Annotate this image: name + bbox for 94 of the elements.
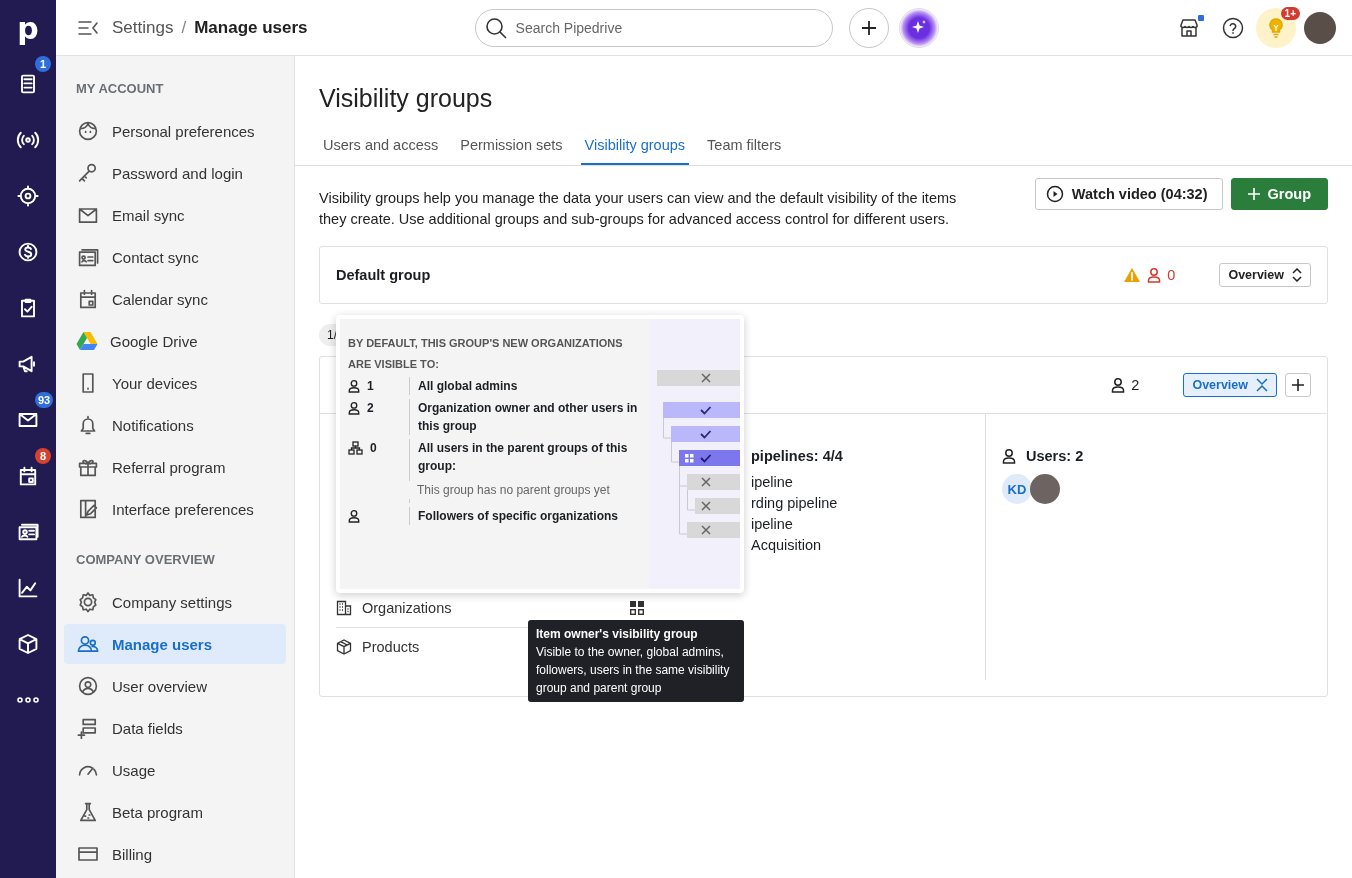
- user-avatar[interactable]: [1030, 474, 1060, 504]
- user-count: 2: [1111, 377, 1140, 393]
- sidebar-item[interactable]: Usage: [64, 750, 286, 790]
- sidebar-item[interactable]: Personal preferences: [64, 111, 286, 151]
- sidebar-item[interactable]: Billing: [64, 834, 286, 874]
- person-icon: [1147, 267, 1162, 283]
- more-icon[interactable]: [17, 697, 39, 703]
- audience-label: Followers of specific organizations: [418, 508, 619, 525]
- sidebar-item[interactable]: Interface preferences: [64, 489, 286, 529]
- view-selector[interactable]: Overview: [1219, 263, 1311, 287]
- pipeline-name: rding pipeline: [751, 494, 839, 513]
- menu-icon[interactable]: [78, 19, 98, 36]
- menu-item-icon: [76, 674, 100, 698]
- sidebar-item[interactable]: Company settings: [64, 582, 286, 622]
- play-icon: [1045, 185, 1064, 203]
- hierarchy-icon: [348, 441, 363, 455]
- group-name: Default group: [336, 267, 431, 283]
- breadcrumb-link[interactable]: Settings: [112, 17, 174, 38]
- sidebar-item[interactable]: Calendar sync: [64, 279, 286, 319]
- audience-label: All global admins: [418, 378, 518, 395]
- box-icon: [336, 639, 352, 655]
- count-badge: 8: [35, 448, 51, 464]
- audience-label: All users in the parent groups of this group:: [418, 440, 629, 475]
- tooltip-text: Visible to the owner, global admins, followers, users in the same visibility group and parent group: [536, 644, 731, 697]
- pipeline-name: Acquisition: [751, 536, 823, 555]
- lightbulb-icon: [1267, 17, 1285, 38]
- description-text: Visibility groups help you manage the data your users can view and the default visibility of the items they create. Use additional groups and sub-groups for advanced access control for different users.: [319, 189, 958, 229]
- user-count: 0: [370, 441, 377, 455]
- chevron-updown-icon: [1292, 268, 1302, 282]
- person-icon: [1111, 377, 1126, 393]
- sidebar-item[interactable]: Google Drive: [64, 321, 286, 361]
- drive-icon: [76, 331, 98, 351]
- section-heading: MY ACCOUNT: [75, 80, 165, 97]
- add-subgroup-button[interactable]: [1285, 373, 1311, 397]
- plus-icon: [1247, 188, 1260, 200]
- sidebar-item[interactable]: Referral program: [64, 447, 286, 487]
- person-icon: [348, 509, 360, 523]
- tab[interactable]: Permission sets: [456, 137, 567, 165]
- breadcrumb-separator: /: [181, 17, 187, 38]
- menu-item-icon: [76, 119, 100, 143]
- page-title: Manage users: [194, 17, 308, 38]
- sidebar-item[interactable]: Email sync: [64, 195, 286, 235]
- tab[interactable]: Team filters: [703, 137, 786, 165]
- users-heading: Users: 2: [1026, 448, 1084, 464]
- nav-icon[interactable]: [16, 632, 40, 656]
- tooltip-title: Item owner's visibility group: [536, 626, 699, 643]
- user-count: 1: [367, 379, 374, 393]
- warning-icon: [1123, 267, 1142, 283]
- person-icon: [348, 379, 360, 393]
- sidebar-item[interactable]: Data fields: [64, 708, 286, 748]
- view-selector[interactable]: Overview: [1183, 373, 1277, 397]
- nav-icon[interactable]: [16, 240, 40, 264]
- user-count: 0: [1147, 267, 1176, 283]
- nav-icon[interactable]: [16, 576, 40, 600]
- plus-icon: [860, 19, 877, 36]
- watch-video-button[interactable]: Watch video (04:32): [1034, 178, 1223, 210]
- entity-label: Organizations: [362, 600, 452, 616]
- pipeline-name: ipeline: [751, 515, 794, 534]
- entity-label: Products: [362, 639, 420, 655]
- count-badge: 1: [35, 56, 51, 72]
- pipeline-name: ipeline: [751, 473, 794, 492]
- user-avatar[interactable]: [1304, 11, 1336, 44]
- sidebar-item[interactable]: Beta program: [64, 792, 286, 832]
- person-icon: [348, 401, 360, 415]
- count-badge: 1+: [1280, 6, 1300, 20]
- section-heading: COMPANY OVERVIEW: [75, 551, 216, 568]
- sidebar-item[interactable]: Contact sync: [64, 237, 286, 277]
- menu-item-icon: [76, 590, 100, 614]
- add-group-button[interactable]: Group: [1230, 178, 1328, 210]
- sidebar-item[interactable]: User overview: [64, 666, 286, 706]
- store-icon[interactable]: [1178, 16, 1200, 39]
- tab[interactable]: Visibility groups: [580, 137, 690, 165]
- help-icon[interactable]: [1222, 16, 1244, 39]
- user-avatar[interactable]: KD: [1002, 474, 1032, 504]
- grid-icon[interactable]: [629, 600, 645, 616]
- page-heading: Visibility groups: [319, 84, 494, 113]
- search-field[interactable]: Search Pipedrive: [474, 8, 833, 47]
- app-logo[interactable]: p: [17, 0, 39, 56]
- popover-heading: BY DEFAULT, THIS GROUP'S NEW ORGANIZATIONS ARE VISIBLE TO:: [348, 336, 624, 372]
- sidebar-item[interactable]: Notifications: [64, 405, 286, 445]
- sidebar-item[interactable]: Password and login: [64, 153, 286, 193]
- user-count: 2: [367, 401, 374, 415]
- collapse-icon: [1256, 378, 1268, 392]
- count-badge: 93: [35, 392, 54, 408]
- audience-label: Organization owner and other users in this group: [418, 400, 639, 435]
- sidebar-item[interactable]: Your devices: [64, 363, 286, 403]
- sidebar-item[interactable]: Manage users: [64, 624, 286, 664]
- person-icon: [1002, 448, 1016, 464]
- building-icon: [336, 600, 352, 616]
- tab[interactable]: Users and access: [319, 137, 443, 165]
- pipelines-heading: pipelines: 4/4: [751, 448, 844, 464]
- nav-icon[interactable]: [16, 184, 40, 208]
- plus-icon: [1292, 379, 1304, 391]
- search-icon: [484, 16, 507, 39]
